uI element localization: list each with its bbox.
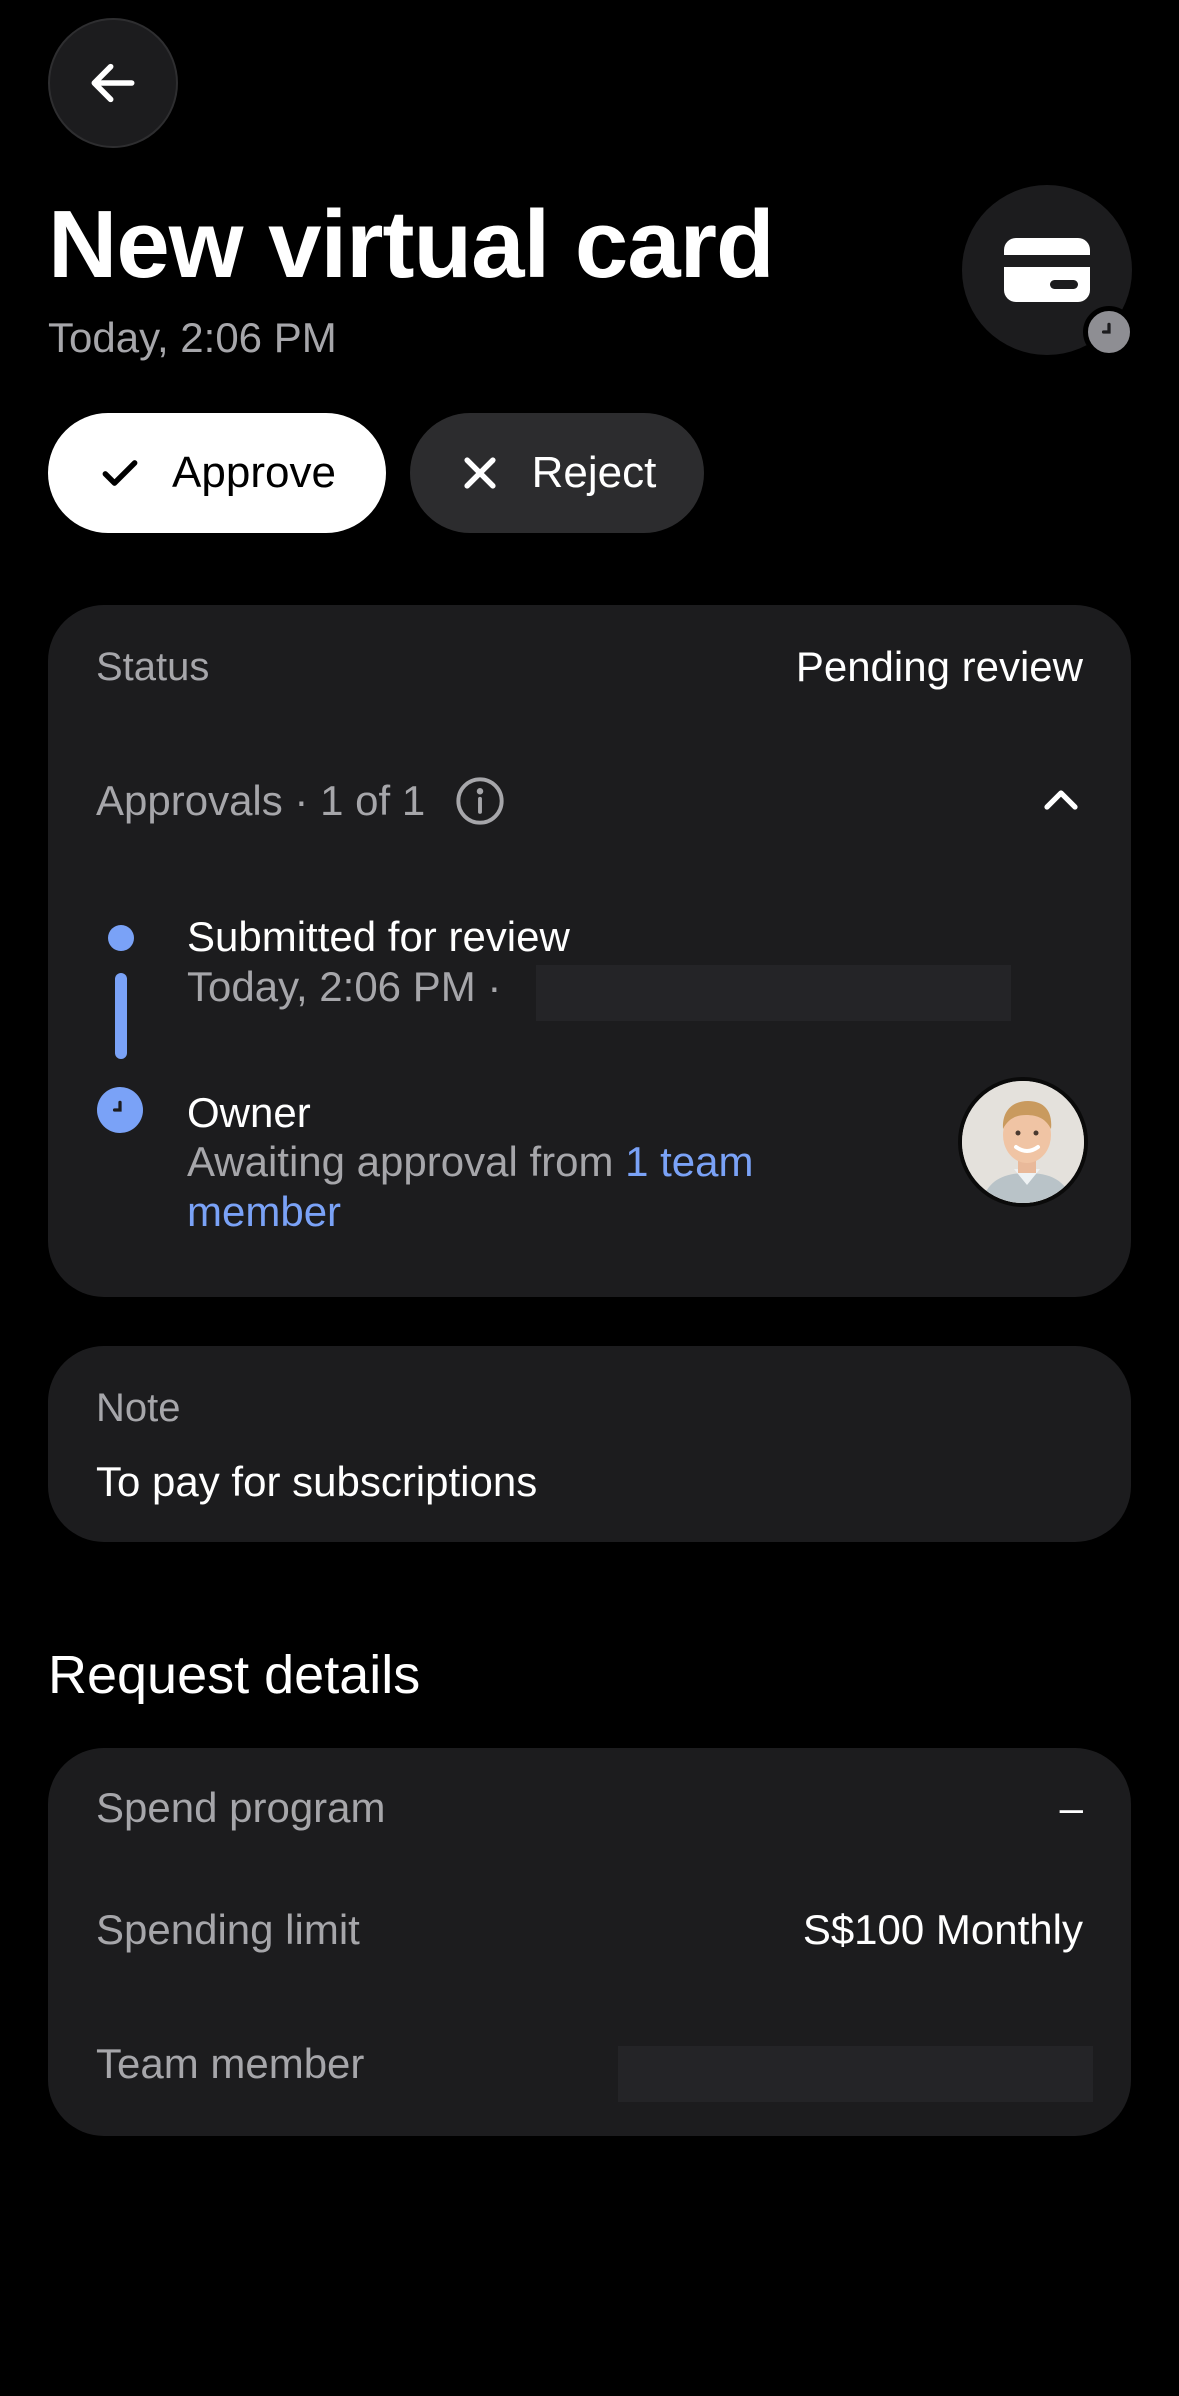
owner-title: Owner (187, 1089, 311, 1136)
owner-status-text: Awaiting approval from 1 team member (187, 1137, 827, 1237)
status-label: Status (96, 645, 210, 689)
close-icon (464, 457, 496, 489)
note-label: Note (96, 1386, 181, 1430)
status-value: Pending review (795, 643, 1083, 690)
redacted-submitter (536, 965, 1011, 1021)
person-photo (962, 1081, 1084, 1203)
clock-icon (1101, 322, 1111, 334)
approvals-info-button[interactable] (454, 775, 506, 827)
spending-limit-value: S$100 Monthly (802, 1906, 1083, 1953)
redacted-team-member (618, 2046, 1093, 2102)
credit-card-icon (1004, 238, 1090, 302)
owner-awaiting-text: Awaiting approval from (187, 1138, 626, 1185)
back-button[interactable] (48, 18, 178, 148)
submitted-meta: Today, 2:06 PM · (187, 963, 502, 1010)
timeline-dot (108, 925, 134, 951)
request-details-panel: Spend program – Spending limit S$100 Mon… (48, 1748, 1131, 2136)
status-panel: Status Pending review Approvals · 1 of 1… (48, 605, 1131, 1297)
chevron-up-icon (1044, 790, 1078, 810)
approvals-collapse-button[interactable] (1037, 777, 1085, 825)
request-details-title: Request details (48, 1645, 421, 1705)
arrow-left-icon (91, 63, 135, 103)
note-panel: Note To pay for subscriptions (48, 1346, 1131, 1542)
page-timestamp: Today, 2:06 PM (48, 314, 337, 361)
timeline-clock-marker (97, 1087, 143, 1133)
avatar[interactable] (958, 1077, 1088, 1207)
approve-button[interactable]: Approve (48, 413, 386, 533)
approve-label: Approve (172, 448, 336, 497)
info-icon (456, 777, 504, 825)
spending-limit-label: Spending limit (96, 1906, 360, 1953)
reject-button[interactable]: Reject (410, 413, 704, 533)
spend-program-label: Spend program (96, 1784, 386, 1831)
checkmark-icon (102, 460, 138, 486)
spend-program-value: – (1059, 1784, 1083, 1831)
timeline-connector (115, 973, 127, 1059)
note-text: To pay for subscriptions (96, 1458, 538, 1505)
page-title: New virtual card (48, 191, 775, 298)
request-detail-screen: New virtual card Today, 2:06 PM Approve … (0, 0, 1179, 2396)
reject-label: Reject (531, 448, 657, 497)
submitted-title: Submitted for review (187, 913, 570, 960)
clock-icon (112, 1100, 122, 1112)
team-member-label: Team member (96, 2040, 365, 2087)
approvals-label: Approvals · 1 of 1 (96, 777, 426, 824)
pending-clock-badge (1083, 306, 1135, 358)
